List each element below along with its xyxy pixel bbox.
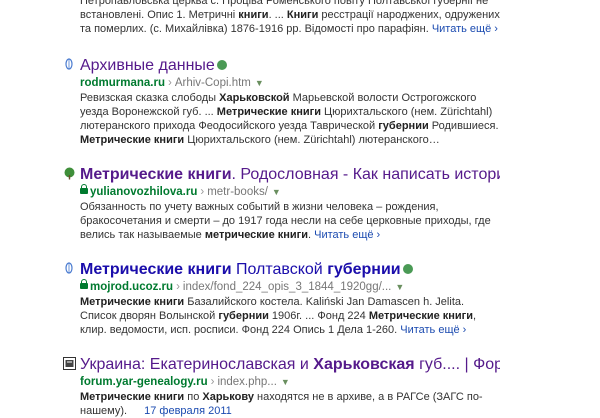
result-3: Метрические книги Полтавской губернии mo… [0, 260, 500, 337]
result-url[interactable]: forum.yar-genealogy.ru › index.php... ▼ [80, 374, 500, 390]
snippet-text: Метрические книги по Харькову находятся … [80, 391, 483, 417]
result-path[interactable]: index/fond_224_opis_3_1844_1920gg/... [183, 281, 391, 293]
dropdown-arrow-icon[interactable]: ▼ [281, 377, 290, 387]
result-title-link[interactable]: Архивные данные [80, 56, 500, 75]
snippet-text: Ревизская сказка слободы Харьковской Мар… [80, 92, 499, 146]
result-snippet: Ревизская сказка слободы Харьковской Мар… [80, 91, 500, 147]
title-text[interactable]: Архивные данные [80, 57, 215, 74]
lock-icon [80, 184, 88, 194]
result-snippet: Обязанность по учету важных событий в жи… [80, 200, 500, 242]
green-tree-icon [62, 166, 76, 180]
result-domain[interactable]: rodmurmana.ru [80, 77, 165, 89]
result-path[interactable]: Arhiv-Copi.htm [175, 77, 251, 89]
result-url[interactable]: mojrod.ucoz.ru › index/fond_224_opis_3_184… [80, 279, 500, 295]
search-results: Петропавловська церква с. Проціва Роменс… [0, 0, 600, 418]
read-more-link[interactable]: Читать ещё › [314, 229, 380, 241]
lock-icon [80, 279, 88, 289]
result-domain[interactable]: forum.yar-genealogy.ru [80, 376, 208, 388]
result-title-link[interactable]: Украина: Екатеринославская и Харьковская… [80, 355, 500, 374]
dropdown-arrow-icon[interactable]: ▼ [272, 187, 281, 197]
result-title-link[interactable]: Метрические книги. Родословная - Как нап… [80, 165, 500, 184]
globe-icon [62, 261, 76, 275]
result-1: Архивные данные rodmurmana.ru › Arhiv-Copi… [0, 56, 500, 147]
title-text[interactable]: Метрические книги Полтавской губернии [80, 261, 401, 278]
verified-badge-icon [402, 263, 413, 274]
result-date: 17 февраля 2011 [144, 405, 232, 417]
result-snippet: Метрические книги по Харькову находятся … [80, 390, 500, 418]
result-path[interactable]: index.php... [217, 376, 276, 388]
dropdown-arrow-icon[interactable]: ▼ [255, 78, 264, 88]
result-url[interactable]: yulianovozhilova.ru › metr-books/▼ [80, 184, 500, 200]
result-domain[interactable]: yulianovozhilova.ru [90, 186, 197, 198]
title-text[interactable]: Метрические книги. Родословная - Как нап… [80, 166, 500, 183]
dropdown-arrow-icon[interactable]: ▼ [395, 282, 404, 292]
result-path[interactable]: metr-books/ [207, 186, 268, 198]
verified-badge-icon [216, 59, 227, 70]
result-snippet: Петропавловська церква с. Проціва Роменс… [80, 0, 500, 36]
result-2: Метрические книги. Родословная - Как нап… [0, 165, 500, 242]
result-4: Украина: Екатеринославская и Харьковская… [0, 355, 500, 418]
snippet-text: Обязанность по учету важных событий в жи… [80, 201, 491, 241]
read-more-link[interactable]: Читать ещё › [400, 324, 466, 336]
forum-book-icon [62, 356, 76, 370]
read-more-link[interactable]: Читать ещё › [432, 23, 498, 35]
globe-icon [62, 57, 76, 71]
result-domain[interactable]: mojrod.ucoz.ru [90, 281, 173, 293]
result-url[interactable]: rodmurmana.ru › Arhiv-Copi.htm ▼ [80, 75, 500, 91]
result-title-link[interactable]: Метрические книги Полтавской губернии [80, 260, 500, 279]
result-snippet: Метрические книги Базалийского костела. … [80, 295, 500, 337]
result-0: Петропавловська церква с. Проціва Роменс… [0, 0, 500, 36]
title-text[interactable]: Украина: Екатеринославская и Харьковская… [80, 356, 500, 373]
